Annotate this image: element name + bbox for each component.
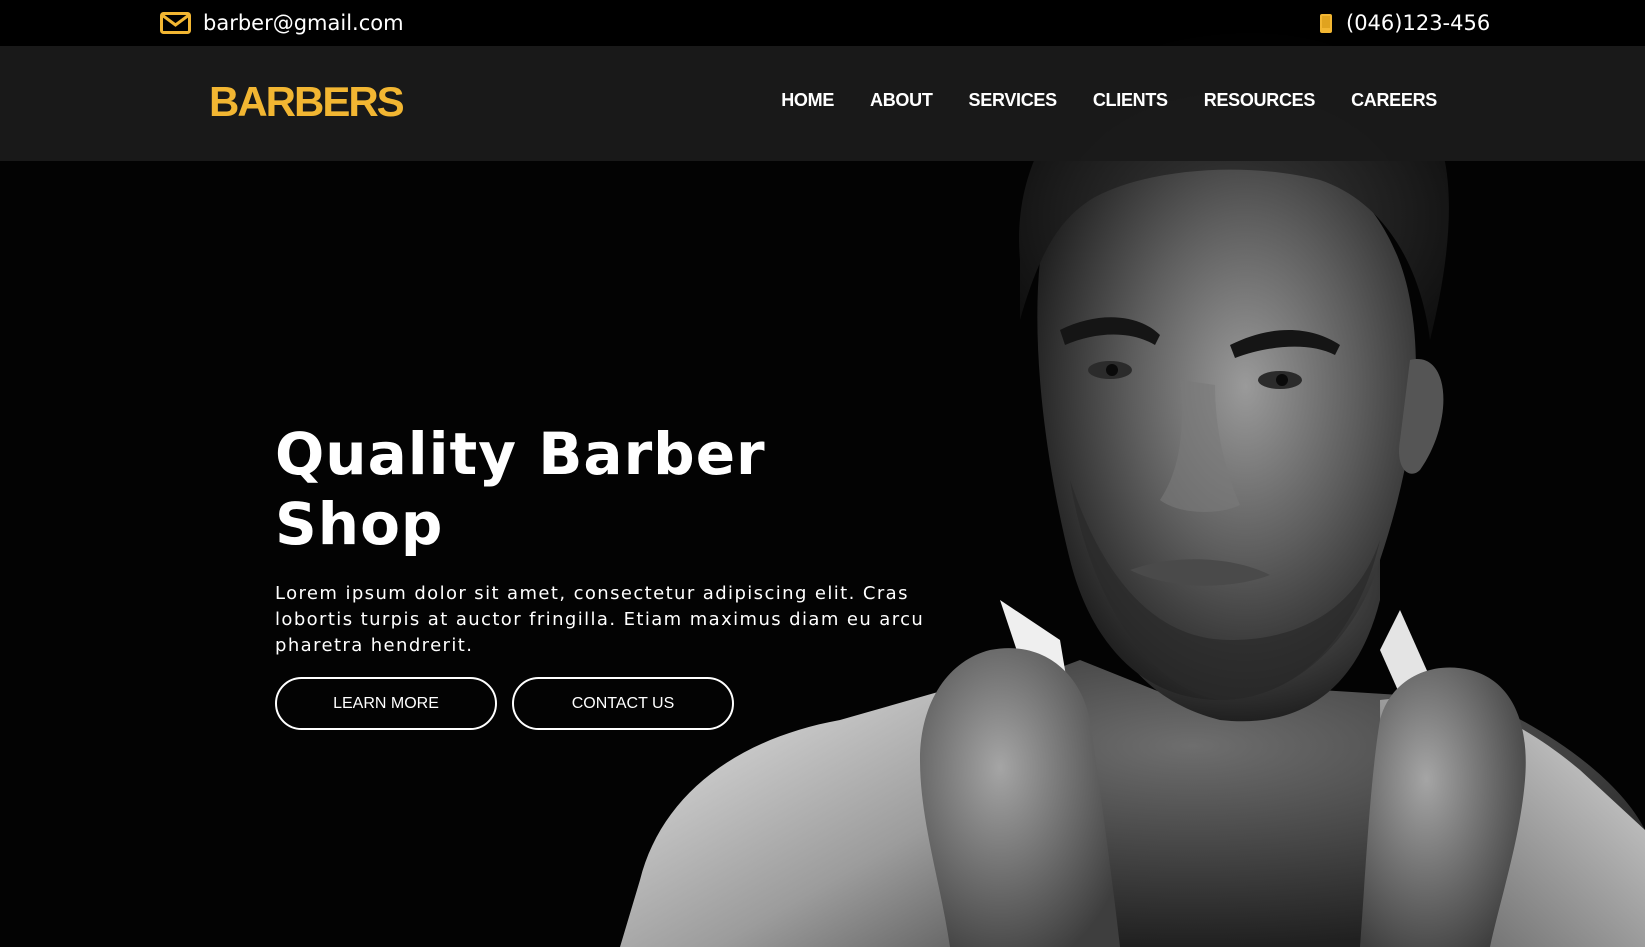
phone-icon — [1320, 13, 1332, 33]
hero-description: Lorem ipsum dolor sit amet, consectetur … — [275, 583, 925, 657]
learn-more-button[interactable]: LEARN MORE — [275, 677, 497, 731]
top-contact-bar: barber@gmail.com (046)123-456 — [0, 0, 1645, 46]
contact-us-button[interactable]: CONTACT US — [512, 677, 734, 731]
nav-about[interactable]: ABOUT — [870, 90, 933, 111]
mail-icon — [160, 12, 191, 34]
hero-buttons: LEARN MORE CONTACT US — [275, 677, 955, 731]
page: barber@gmail.com (046)123-456 BARBERS HO… — [0, 0, 1645, 947]
main-nav: HOME ABOUT SERVICES CLIENTS RESOURCES CA… — [745, 90, 1437, 111]
nav-careers[interactable]: CAREERS — [1351, 90, 1437, 111]
phone-contact[interactable]: (046)123-456 — [1320, 8, 1490, 38]
nav-resources[interactable]: RESOURCES — [1204, 90, 1316, 111]
site-logo[interactable]: BARBERS — [209, 78, 405, 126]
hero-title: Quality Barber Shop — [275, 420, 766, 558]
phone-text: (046)123-456 — [1346, 11, 1491, 35]
email-text: barber@gmail.com — [203, 11, 404, 35]
nav-services[interactable]: SERVICES — [969, 90, 1058, 111]
nav-clients[interactable]: CLIENTS — [1093, 90, 1168, 111]
nav-home[interactable]: HOME — [781, 90, 834, 111]
main-navbar: BARBERS HOME ABOUT SERVICES CLIENTS RESO… — [0, 46, 1645, 161]
hero-content: Quality Barber Shop Lorem ipsum dolor si… — [275, 420, 955, 731]
email-contact[interactable]: barber@gmail.com — [160, 8, 404, 38]
